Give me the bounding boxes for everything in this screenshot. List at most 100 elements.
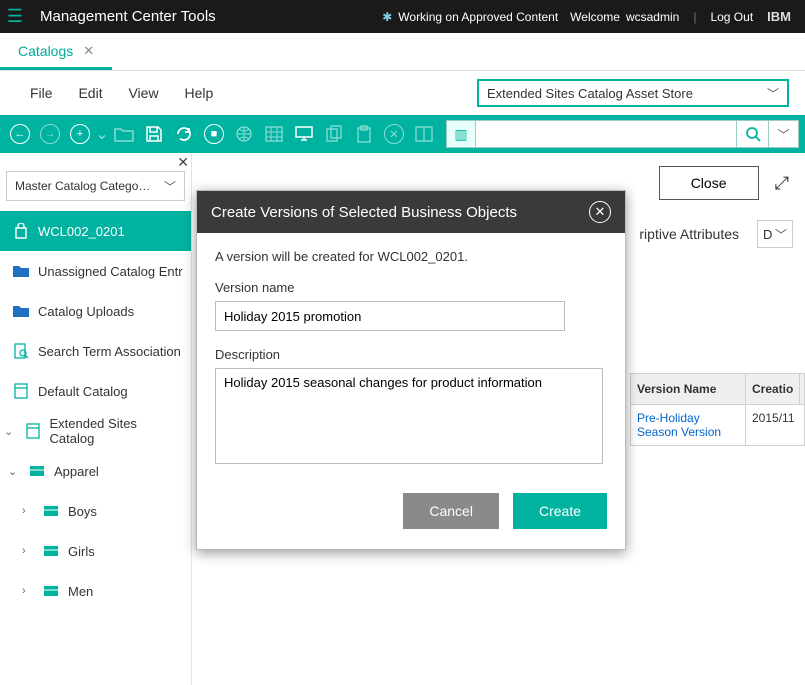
chevron-down-icon: ⌄ xyxy=(4,425,16,438)
tree-label: Girls xyxy=(68,544,95,559)
dialog-close-icon[interactable]: ✕ xyxy=(589,201,611,223)
columns-icon[interactable] xyxy=(410,120,438,148)
menu-view[interactable]: View xyxy=(128,85,158,101)
close-button[interactable]: Close xyxy=(659,166,759,200)
tree: WCL002_0201 Unassigned Catalog Entr Cata… xyxy=(0,211,191,611)
tree-label: Apparel xyxy=(54,464,99,479)
sidebar-close-icon[interactable]: ✕ xyxy=(177,154,189,171)
tab-row: Catalogs ✕ xyxy=(0,33,805,71)
menu-edit[interactable]: Edit xyxy=(78,85,102,101)
username: wcsadmin xyxy=(626,10,679,24)
tab-label: Catalogs xyxy=(18,43,73,59)
descriptive-attributes-tab[interactable]: riptive Attributes xyxy=(639,226,739,242)
top-bar: ☰ Management Center Tools ✱ Working on A… xyxy=(0,0,805,33)
dialog-body: A version will be created for WCL002_020… xyxy=(197,233,625,477)
col-creation[interactable]: Creatio xyxy=(746,374,800,404)
folder-icon xyxy=(12,262,30,280)
version-table-head: Version Name Creatio xyxy=(630,373,805,405)
category-icon xyxy=(28,462,46,480)
menu-row: File Edit View Help Extended Sites Catal… xyxy=(0,71,805,115)
save-icon[interactable] xyxy=(140,120,168,148)
tree-item-men[interactable]: › Men xyxy=(0,571,191,611)
create-button[interactable]: Create xyxy=(513,493,607,529)
tree-item-uploads[interactable]: Catalog Uploads xyxy=(0,291,191,331)
open-folder-icon[interactable] xyxy=(110,120,138,148)
create-version-dialog: Create Versions of Selected Business Obj… xyxy=(196,190,626,550)
copy-icon[interactable] xyxy=(320,120,348,148)
search-area: ▥ ﹀ xyxy=(446,120,799,148)
chevron-right-icon: › xyxy=(22,505,34,517)
menu-hamburger-icon[interactable]: ☰ xyxy=(0,0,30,33)
refresh-icon[interactable] xyxy=(170,120,198,148)
cancel-button[interactable]: Cancel xyxy=(403,493,499,529)
welcome-prefix: Welcome xyxy=(570,10,620,24)
tree-item-boys[interactable]: › Boys xyxy=(0,491,191,531)
computer-icon[interactable] xyxy=(290,120,318,148)
globe-icon[interactable] xyxy=(230,120,258,148)
tree-label: Unassigned Catalog Entr xyxy=(38,264,183,279)
tree-label: Search Term Association xyxy=(38,344,181,359)
cell-date: 2015/11 xyxy=(746,405,801,445)
chevron-down-icon: ﹀ xyxy=(775,226,787,243)
attribute-dropdown[interactable]: D ﹀ xyxy=(757,220,793,248)
category-icon xyxy=(42,502,60,520)
new-dropdown-icon[interactable]: ⌄ xyxy=(96,120,108,148)
version-table: Version Name Creatio Pre-Holiday Season … xyxy=(630,373,805,446)
logout-link[interactable]: Log Out xyxy=(710,10,753,24)
dialog-footer: Cancel Create xyxy=(197,477,625,549)
dialog-title: Create Versions of Selected Business Obj… xyxy=(211,204,517,221)
search-dropdown[interactable]: ﹀ xyxy=(769,120,799,148)
tree-item-default-catalog[interactable]: Default Catalog xyxy=(0,371,191,411)
chevron-right-icon: › xyxy=(22,585,34,597)
folder-icon xyxy=(12,302,30,320)
grid-icon[interactable] xyxy=(260,120,288,148)
expand-icon[interactable]: ⤢ xyxy=(775,173,789,194)
new-icon[interactable]: + xyxy=(66,120,94,148)
cell-version-name[interactable]: Pre-Holiday Season Version xyxy=(631,405,746,445)
sidebar-filter-value: Master Catalog Catego… xyxy=(15,179,150,193)
menu-help[interactable]: Help xyxy=(184,85,213,101)
snowflake-icon: ✱ xyxy=(382,10,392,24)
sidebar: ✕ Master Catalog Catego… ﹀ WCL002_0201 U… xyxy=(0,153,192,685)
tree-label: Catalog Uploads xyxy=(38,304,134,319)
table-row[interactable]: Pre-Holiday Season Version 2015/11 xyxy=(630,405,805,446)
tree-label: Default Catalog xyxy=(38,384,128,399)
version-name-input[interactable] xyxy=(215,301,565,331)
tree-item-unassigned[interactable]: Unassigned Catalog Entr xyxy=(0,251,191,291)
tree-item-search-term[interactable]: Search Term Association xyxy=(0,331,191,371)
menu-file[interactable]: File xyxy=(30,85,53,101)
tree-label: Extended Sites Catalog xyxy=(49,416,183,446)
tree-item-girls[interactable]: › Girls xyxy=(0,531,191,571)
tree-item-extended-sites[interactable]: ⌄ Extended Sites Catalog xyxy=(0,411,191,451)
search-button[interactable] xyxy=(737,120,769,148)
divider: | xyxy=(693,10,696,24)
search-input[interactable] xyxy=(476,120,737,148)
toolbar: ← → + ⌄ ■ ✕ ▥ ﹀ xyxy=(0,115,805,153)
paste-icon[interactable] xyxy=(350,120,378,148)
status-text: Working on Approved Content xyxy=(398,10,558,24)
sidebar-filter-dropdown[interactable]: Master Catalog Catego… ﹀ xyxy=(6,171,185,201)
stop-icon[interactable]: ■ xyxy=(200,120,228,148)
dialog-intro-text: A version will be created for WCL002_020… xyxy=(215,249,607,264)
description-textarea[interactable] xyxy=(215,368,603,464)
search-doc-icon xyxy=(12,342,30,360)
col-version-name[interactable]: Version Name xyxy=(631,374,746,404)
delete-icon[interactable]: ✕ xyxy=(380,120,408,148)
back-icon[interactable]: ← xyxy=(6,120,34,148)
tree-label: WCL002_0201 xyxy=(38,224,125,239)
close-tab-icon[interactable]: ✕ xyxy=(83,43,94,59)
ibm-logo: IBM xyxy=(753,9,805,24)
store-selector[interactable]: Extended Sites Catalog Asset Store ﹀ xyxy=(477,79,789,107)
catalog-icon xyxy=(12,382,30,400)
app-title: Management Center Tools xyxy=(30,8,226,25)
forward-icon[interactable]: → xyxy=(36,120,64,148)
description-label: Description xyxy=(215,347,607,362)
tab-catalogs[interactable]: Catalogs ✕ xyxy=(0,33,112,70)
tree-item-apparel[interactable]: ⌄ Apparel xyxy=(0,451,191,491)
tree-label: Men xyxy=(68,584,93,599)
search-scope-icon[interactable]: ▥ xyxy=(446,120,476,148)
tree-item-wcl002[interactable]: WCL002_0201 xyxy=(0,211,191,251)
tree-label: Boys xyxy=(68,504,97,519)
chevron-down-icon: ﹀ xyxy=(767,85,779,102)
store-selector-value: Extended Sites Catalog Asset Store xyxy=(487,86,693,101)
